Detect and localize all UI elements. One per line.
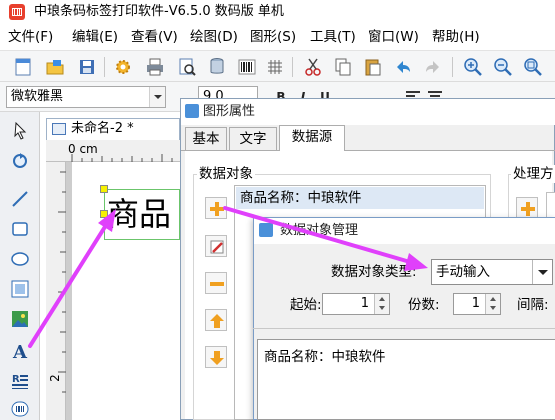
text-object-value: 商品 <box>107 195 172 233</box>
move-up-button[interactable] <box>205 309 227 331</box>
delete-data-object-button[interactable] <box>205 272 227 294</box>
data-object-type-select[interactable]: 手动输入 <box>431 259 553 285</box>
save-icon[interactable] <box>76 56 98 78</box>
drawing-tools: A R <box>0 112 40 420</box>
menu-shape[interactable]: 图形(S) <box>250 27 296 47</box>
move-down-button[interactable] <box>205 346 227 368</box>
resize-handle[interactable] <box>100 185 108 193</box>
text-tool-icon[interactable]: A <box>9 340 31 362</box>
zoom-in-icon[interactable] <box>462 56 484 78</box>
tab-basic[interactable]: 基本 <box>185 127 227 151</box>
chevron-down-icon[interactable] <box>149 87 165 107</box>
menu-draw[interactable]: 绘图(D) <box>190 27 238 47</box>
toolbar-separator <box>292 57 293 77</box>
window-title: 中琅条码标签打印软件-V6.5.0 数码版 单机 <box>34 4 284 19</box>
start-value: 1 <box>360 296 369 311</box>
tab-document[interactable]: 未命名-2 * <box>46 118 180 140</box>
add-data-object-button[interactable] <box>205 197 227 219</box>
rotate-icon[interactable] <box>9 150 31 172</box>
open-icon[interactable] <box>44 56 66 78</box>
dialog-title: 图形属性 <box>203 104 256 119</box>
menu-view[interactable]: 查看(V) <box>131 27 178 47</box>
redo-icon[interactable] <box>422 56 444 78</box>
tab-data-source[interactable]: 数据源 <box>279 125 345 151</box>
list-item[interactable]: 商品名称：中琅软件 <box>236 187 484 209</box>
count-label: 份数: <box>408 297 440 313</box>
content-value: 商品名称：中琅软件 <box>264 349 386 365</box>
resize-handle[interactable] <box>100 210 108 218</box>
data-object-label: 数据对象 <box>197 165 255 183</box>
rich-text-tool-icon[interactable]: R <box>9 370 31 392</box>
data-object-type-label: 数据对象类型: <box>331 264 417 280</box>
app-icon <box>8 3 26 21</box>
menu-bar: 文件(F) 编辑(E) 查看(V) 绘图(D) 图形(S) 工具(T) 窗口(W… <box>0 24 555 50</box>
dialog-icon <box>185 104 199 118</box>
barcode-insert-icon[interactable] <box>9 398 31 420</box>
image-tool-icon[interactable] <box>9 308 31 330</box>
line-tool-icon[interactable] <box>9 188 31 210</box>
toolbar-separator <box>104 57 105 77</box>
edit-data-object-button[interactable] <box>205 235 227 257</box>
start-input[interactable]: 1 <box>322 293 390 315</box>
menu-edit[interactable]: 编辑(E) <box>72 27 118 47</box>
toolbar <box>0 50 555 82</box>
count-input[interactable]: 1 <box>453 293 501 315</box>
paste-icon[interactable] <box>362 56 384 78</box>
count-value: 1 <box>471 296 480 311</box>
settings-icon[interactable] <box>112 56 134 78</box>
dialog-icon <box>259 223 273 237</box>
text-object[interactable]: 商品 <box>100 185 180 240</box>
ruler-v-label: 2 <box>47 374 62 382</box>
count-stepper[interactable] <box>485 294 500 314</box>
menu-tools[interactable]: 工具(T) <box>310 27 356 47</box>
barcode-tool-icon[interactable] <box>9 278 31 300</box>
cut-icon[interactable] <box>302 56 324 78</box>
horizontal-ruler: 0 cm <box>46 140 180 162</box>
database-icon[interactable] <box>206 56 228 78</box>
dialog-title-bar: 图形属性 <box>181 99 555 125</box>
rectangle-tool-icon[interactable] <box>9 218 31 240</box>
print-icon[interactable] <box>144 56 166 78</box>
start-stepper[interactable] <box>374 294 389 314</box>
new-icon[interactable] <box>12 56 34 78</box>
menu-help[interactable]: 帮助(H) <box>432 27 480 47</box>
interval-label: 间隔: <box>517 297 549 313</box>
font-name-select[interactable]: 微软雅黑 <box>6 86 166 108</box>
dialog-title: 数据对象管理 <box>280 223 359 238</box>
menu-file[interactable]: 文件(F) <box>8 27 53 47</box>
document-tab-title: 未命名-2 * <box>71 121 134 136</box>
print-preview-icon[interactable] <box>176 56 198 78</box>
ellipse-tool-icon[interactable] <box>9 248 31 270</box>
toolbar-separator <box>452 57 453 77</box>
select-pointer-icon[interactable] <box>9 120 31 142</box>
undo-icon[interactable] <box>392 56 414 78</box>
content-textarea[interactable]: 商品名称：中琅软件 <box>257 339 555 420</box>
data-object-type-value: 手动输入 <box>436 264 490 280</box>
divider <box>253 328 555 329</box>
start-label: 起始: <box>290 297 322 313</box>
svg-text:R: R <box>12 374 20 385</box>
document-icon <box>52 123 66 135</box>
copy-icon[interactable] <box>332 56 354 78</box>
chevron-down-icon[interactable] <box>532 260 552 284</box>
title-bar: 中琅条码标签打印软件-V6.5.0 数码版 单机 <box>0 0 555 24</box>
menu-window[interactable]: 窗口(W) <box>368 27 419 47</box>
vertical-ruler: 2 <box>46 162 66 420</box>
svg-text:A: A <box>12 342 28 362</box>
font-name-value: 微软雅黑 <box>11 89 64 104</box>
zoom-fit-icon[interactable] <box>522 56 544 78</box>
zoom-out-icon[interactable] <box>492 56 514 78</box>
tab-text[interactable]: 文字 <box>229 127 277 151</box>
barcode-icon[interactable] <box>236 56 258 78</box>
grid-icon[interactable] <box>264 56 286 78</box>
dialog-title-bar: 数据对象管理 <box>254 218 555 244</box>
add-process-button[interactable] <box>516 197 538 219</box>
process-label: 处理方 <box>511 165 555 183</box>
